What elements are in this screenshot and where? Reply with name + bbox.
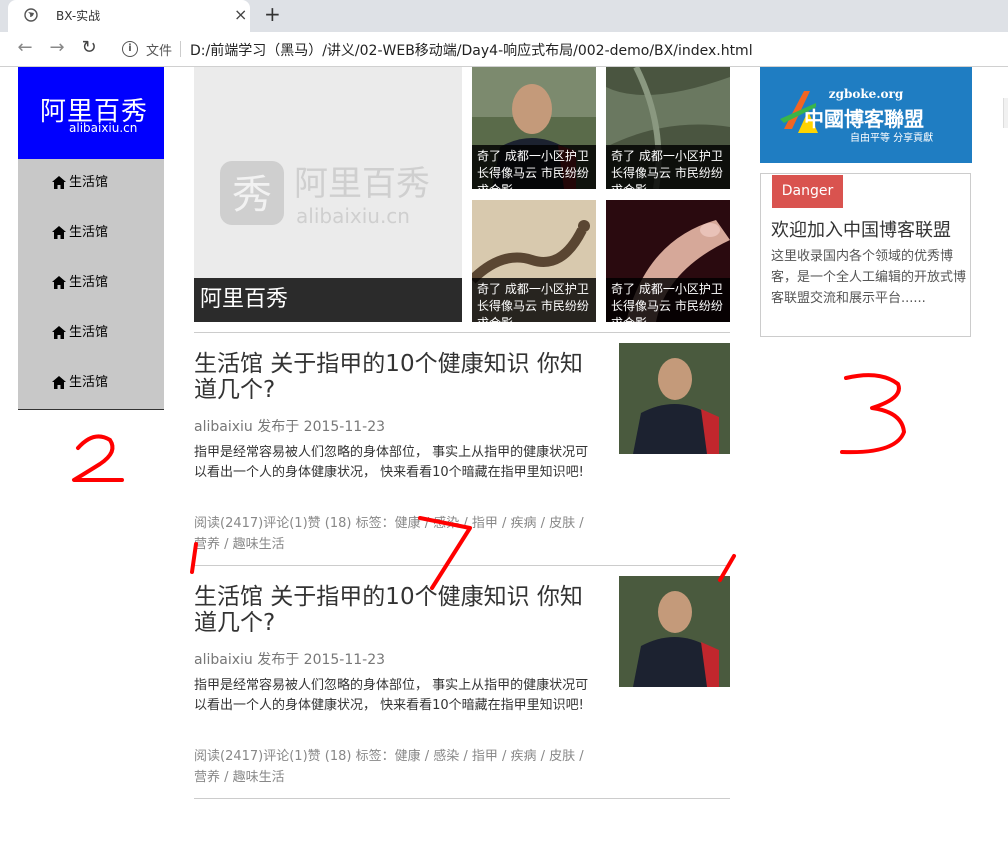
divider	[194, 798, 730, 799]
article-image[interactable]	[619, 576, 730, 687]
address-bar[interactable]: i 文件 D:/前端学习（黑马）/讲义/02-WEB移动端/Day4-响应式布局…	[112, 35, 1008, 63]
file-label: 文件	[146, 44, 173, 59]
page-content: 阿里百秀 alibaixiu.cn 生活馆 生活馆 生活馆 生活馆 生活馆 秀	[0, 67, 1008, 860]
browser-tab[interactable]: BX-实战 ×	[8, 0, 250, 32]
divider	[180, 41, 181, 57]
tab-title: BX-实战	[56, 9, 101, 23]
nav-item-label: 生活馆	[69, 325, 109, 340]
reload-icon[interactable]: ↻	[78, 37, 100, 59]
watermark-logo: 秀 阿里百秀 alibaixiu.cn	[220, 161, 430, 228]
home-icon	[52, 176, 66, 189]
portrait-image	[619, 576, 730, 687]
svg-text:秀: 秀	[232, 172, 272, 218]
scrollbar[interactable]	[1003, 98, 1008, 128]
tab-strip: BX-实战 × +	[0, 0, 1008, 32]
globe-icon	[24, 8, 38, 22]
site-logo[interactable]: 阿里百秀 alibaixiu.cn	[18, 67, 164, 159]
article-item: 生活馆 关于指甲的10个健康知识 你知道几个? alibaixiu 发布于 20…	[194, 576, 730, 798]
home-icon	[52, 376, 66, 389]
hero-caption: 阿里百秀	[194, 278, 462, 322]
forward-icon[interactable]: →	[46, 37, 68, 59]
thumb-card-2[interactable]: 奇了 成都一小区护卫长得像马云 市民纷纷求合影	[606, 67, 730, 189]
nav-item-label: 生活馆	[69, 375, 109, 390]
article-tags: 阅读(2417)评论(1)赞 (18) 标签：健康 / 感染 / 指甲 / 疾病…	[194, 749, 584, 785]
article-title[interactable]: 生活馆 关于指甲的10个健康知识 你知道几个?	[194, 584, 594, 636]
url-text[interactable]: D:/前端学习（黑马）/讲义/02-WEB移动端/Day4-响应式布局/002-…	[190, 40, 753, 60]
banner-slogan: 自由平等 分享貢獻	[850, 133, 934, 144]
divider	[194, 565, 730, 566]
thumb-card-4[interactable]: 奇了 成都一小区护卫长得像马云 市民纷纷求合影	[606, 200, 730, 322]
thumb-caption: 奇了 成都一小区护卫长得像马云 市民纷纷求合影	[472, 145, 596, 189]
nav-item-label: 生活馆	[69, 175, 109, 190]
browser-toolbar: ← → ↻ i 文件 D:/前端学习（黑马）/讲义/02-WEB移动端/Day4…	[0, 32, 1008, 67]
article-item: 生活馆 关于指甲的10个健康知识 你知道几个? alibaixiu 发布于 20…	[194, 343, 730, 565]
article-meta: alibaixiu 发布于 2015-11-23	[194, 419, 386, 435]
home-icon	[52, 326, 66, 339]
thumb-caption: 奇了 成都一小区护卫长得像马云 市民纷纷求合影	[606, 145, 730, 189]
home-icon	[52, 276, 66, 289]
article-body: 指甲是经常容易被人们忽略的身体部位， 事实上从指甲的健康状况可以看出一个人的身体…	[194, 678, 589, 713]
thumb-card-3[interactable]: 奇了 成都一小区护卫长得像马云 市民纷纷求合影	[472, 200, 596, 322]
thumb-card-1[interactable]: 奇了 成都一小区护卫长得像马云 市民纷纷求合影	[472, 67, 596, 189]
banner-name: 中國博客聯盟	[804, 107, 924, 131]
thumb-caption: 奇了 成都一小区护卫长得像马云 市民纷纷求合影	[472, 278, 596, 322]
article-body: 指甲是经常容易被人们忽略的身体部位， 事实上从指甲的健康状况可以看出一个人的身体…	[194, 445, 589, 480]
hero-banner[interactable]: 秀 阿里百秀 alibaixiu.cn 阿里百秀	[194, 67, 462, 322]
article-image[interactable]	[619, 343, 730, 454]
new-tab-button[interactable]: +	[264, 3, 281, 25]
tab-close-icon[interactable]: ×	[234, 5, 247, 25]
article-title[interactable]: 生活馆 关于指甲的10个健康知识 你知道几个?	[194, 351, 594, 403]
article-tags: 阅读(2417)评论(1)赞 (18) 标签：健康 / 感染 / 指甲 / 疾病…	[194, 516, 584, 552]
nav-item-label: 生活馆	[69, 275, 109, 290]
home-icon	[52, 226, 66, 239]
logo-en-text: alibaixiu.cn	[69, 121, 138, 135]
article-meta: alibaixiu 发布于 2015-11-23	[194, 652, 386, 668]
info-card: Danger 欢迎加入中国博客联盟 这里收录国内各个领域的优秀博客，是一个全人工…	[760, 173, 971, 337]
back-icon[interactable]: ←	[14, 37, 36, 59]
watermark-en: alibaixiu.cn	[296, 204, 410, 228]
card-text: 这里收录国内各个领域的优秀博客，是一个全人工编辑的开放式博客联盟交流和展示平台.…	[771, 249, 967, 306]
card-title: 欢迎加入中国博客联盟	[771, 220, 951, 241]
side-nav: 生活馆 生活馆 生活馆 生活馆 生活馆	[18, 159, 164, 410]
divider	[194, 332, 730, 333]
portrait-image	[619, 343, 730, 454]
danger-button[interactable]: Danger	[772, 175, 843, 208]
ad-banner[interactable]: zgboke.org 中國博客聯盟 自由平等 分享貢獻	[760, 67, 972, 163]
nav-item-label: 生活馆	[69, 225, 109, 240]
watermark-cn: 阿里百秀	[294, 164, 430, 204]
thumb-caption: 奇了 成都一小区护卫长得像马云 市民纷纷求合影	[606, 278, 730, 322]
info-icon[interactable]: i	[122, 41, 138, 57]
